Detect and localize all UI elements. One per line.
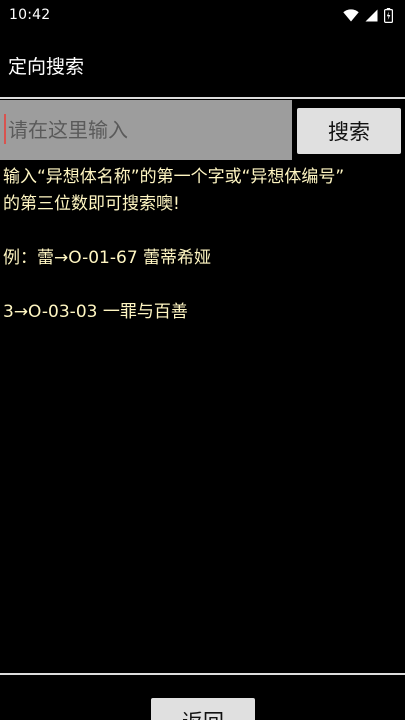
example-line-1: 例：蕾→O-01-67 蕾蒂希娅: [3, 248, 212, 268]
search-button[interactable]: 搜索: [297, 108, 401, 154]
screen: 10:42 定向搜索 搜索 输入“异想体名称”的第一个字或“异想体编号” 的第三…: [0, 0, 405, 720]
status-time: 10:42: [9, 7, 51, 23]
signal-icon: [365, 9, 378, 22]
page-title: 定向搜索: [8, 56, 85, 78]
battery-icon: [384, 7, 393, 23]
help-line-1: 输入“异想体名称”的第一个字或“异想体编号”: [3, 167, 345, 187]
status-icons: [343, 7, 393, 23]
help-text: 输入“异想体名称”的第一个字或“异想体编号” 的第三位数即可搜索噢! 例：蕾→O…: [3, 164, 403, 326]
bottom-divider: [0, 673, 405, 675]
example-line-2: 3→O-03-03 一罪与百善: [3, 302, 188, 322]
top-divider: [0, 97, 405, 99]
search-input[interactable]: [0, 100, 292, 160]
help-line-2: 的第三位数即可搜索噢!: [3, 194, 180, 214]
text-cursor: [4, 114, 6, 144]
wifi-icon: [343, 8, 359, 22]
back-button[interactable]: 返回: [151, 698, 255, 720]
status-bar: 10:42: [0, 0, 405, 30]
